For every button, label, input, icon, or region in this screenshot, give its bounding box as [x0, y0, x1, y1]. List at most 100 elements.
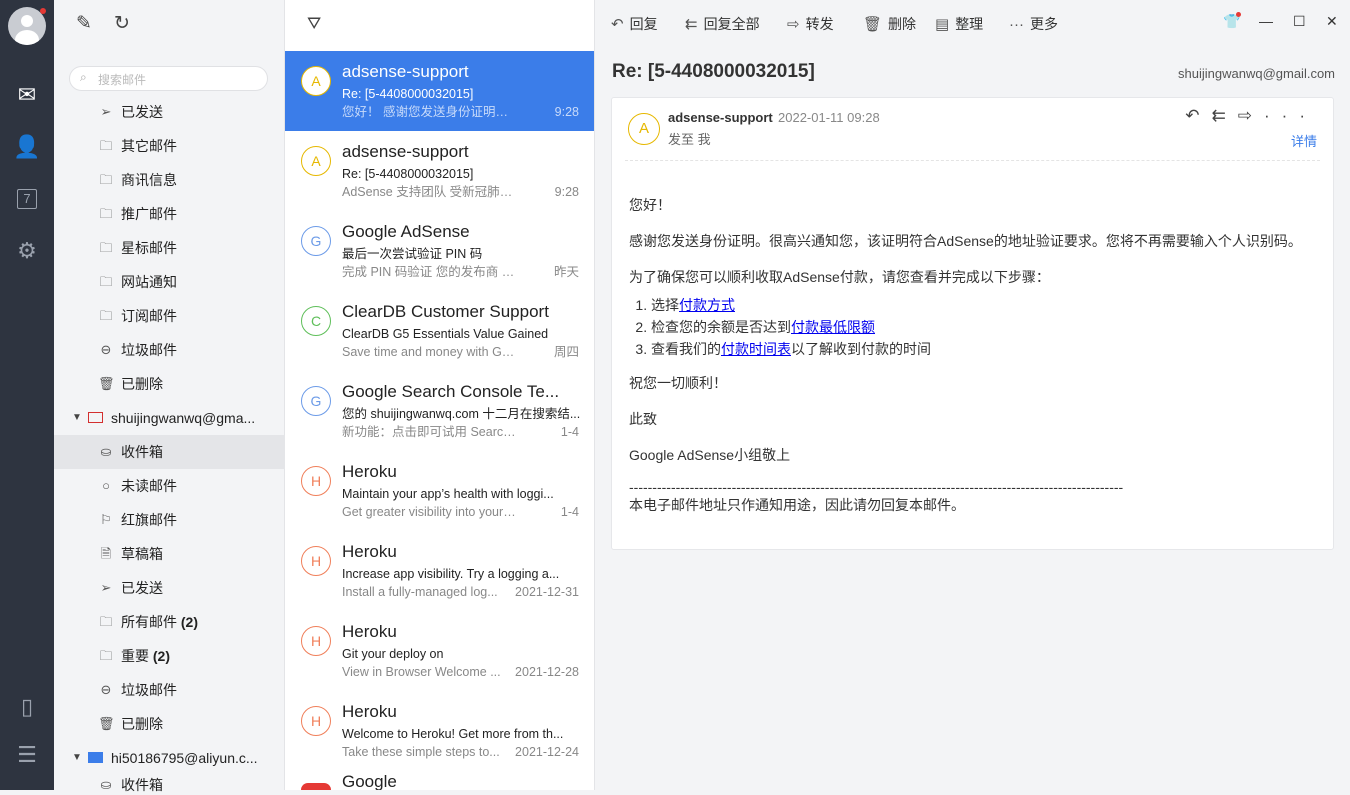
folder-icon: 🗀 — [99, 308, 113, 323]
message-item[interactable]: H Heroku Maintain your app’s health with l… — [285, 451, 594, 531]
folder-item[interactable]: ⊖ 垃圾邮件 — [54, 333, 285, 367]
message-from: adsense-support — [342, 62, 469, 81]
folder-item[interactable]: 🗀 网站通知 — [54, 265, 285, 299]
message-list: ⛛ Aadsense-support Re: [5-4408000032015] 您… — [285, 0, 595, 790]
more-icon[interactable]: ··· — [1264, 106, 1317, 125]
message-item[interactable]: H Heroku Welcome to Heroku! Get more from … — [285, 691, 594, 771]
greeting: 您好！ — [629, 197, 671, 213]
folder-icon: ⊖ — [100, 682, 112, 697]
message-date: 1-4 — [560, 425, 579, 439]
folder-item[interactable]: ⛀ 收件箱 — [54, 435, 285, 469]
folder-label: 重要 — [121, 648, 149, 664]
calendar-icon[interactable]: 7 — [0, 186, 54, 212]
organize-button[interactable]: ▤ 整理 — [935, 14, 983, 34]
message-date: 2022-01-11 09:28 — [778, 110, 880, 125]
message-card: A adsense-support 2022-01-11 09:28 发至 我 … — [611, 97, 1334, 550]
folder-item[interactable]: ➢ 已发送 — [54, 571, 285, 605]
message-subject: Maintain your app’s health with loggi... — [342, 487, 554, 501]
search-input[interactable]: ⌕ 搜索邮件 — [69, 66, 268, 91]
message-item[interactable]: G Google — [285, 771, 594, 790]
folder-item[interactable]: 🗀 推广邮件 — [54, 197, 285, 231]
folder-item[interactable]: ⚐ 红旗邮件 — [54, 503, 285, 537]
folder-icon: 🗀 — [99, 138, 113, 153]
settings-icon[interactable]: ⚙ — [0, 238, 54, 264]
folder-item[interactable]: 🗎 草稿箱 — [54, 537, 285, 571]
folder-icon: 🗀 — [99, 240, 113, 255]
folder-label: 已删除 — [121, 376, 163, 392]
refresh-icon[interactable]: ↻ — [114, 12, 130, 36]
message-subject: 您的 shuijingwanwq.com 十二月在搜索结... — [342, 407, 580, 421]
folder-item[interactable]: 🗀 重要 (2) — [54, 639, 285, 673]
message-actions: ↶⇇⇨··· — [1185, 106, 1317, 126]
message-date: 9:28 — [554, 185, 579, 199]
folder-item[interactable]: 🗀 商讯信息 — [54, 163, 285, 197]
folder-item[interactable]: 🗀 星标邮件 — [54, 231, 285, 265]
folder-label: 所有邮件 — [121, 614, 177, 630]
folder-icon: 🗑 — [98, 716, 115, 731]
message-item[interactable]: G Google AdSense 最后一次尝试验证 PIN 码完成 PIN 码验证 … — [285, 211, 594, 291]
message-from: Google — [342, 772, 397, 790]
folder-item[interactable]: ⊖ 垃圾邮件 — [54, 673, 285, 707]
folder-item[interactable]: 🗀 所有邮件 (2) — [54, 605, 285, 639]
message-item[interactable]: Aadsense-support Re: [5-4408000032015] AdS… — [285, 131, 594, 211]
menu-icon[interactable]: ☰ — [0, 742, 54, 768]
message-date: 2021-12-28 — [515, 665, 579, 679]
mail-icon[interactable]: ✉ — [0, 82, 54, 108]
message-item[interactable]: C ClearDB Customer Support ClearDB G5 Esse… — [285, 291, 594, 371]
forward-button[interactable]: ⇨ 转发 — [787, 14, 834, 34]
account-shuijingwanwq[interactable]: ▼ shuijingwanwq@gma... — [54, 401, 285, 435]
sender-avatar: H — [301, 466, 331, 496]
folder-label: 垃圾邮件 — [121, 342, 177, 358]
reply-all-button[interactable]: ⇇ 回复全部 — [685, 14, 760, 34]
delete-button[interactable]: 🗑 删除 — [863, 14, 916, 34]
sender-avatar: C — [301, 306, 331, 336]
maximize-button[interactable]: ☐ — [1293, 13, 1306, 30]
folder-item[interactable]: ⛀ 收件箱 — [54, 775, 285, 793]
step-link[interactable]: 付款时间表 — [721, 341, 791, 357]
minimize-button[interactable]: — — [1259, 13, 1273, 29]
reply-button[interactable]: ↶ 回复 — [611, 14, 658, 34]
folder-item[interactable]: 🗀 订阅邮件 — [54, 299, 285, 333]
account-hi50186795[interactable]: ▼ hi50186795@aliyun.c... — [54, 741, 285, 775]
details-link[interactable]: 详情 — [1291, 131, 1317, 150]
folder-item[interactable]: 🗑 已删除 — [54, 707, 285, 741]
reply-all-icon: ⇇ — [685, 16, 698, 33]
more-icon: ··· — [1009, 16, 1024, 33]
message-from: adsense-support — [342, 142, 469, 161]
step-link[interactable]: 付款方式 — [679, 297, 735, 313]
sender-avatar: A — [301, 146, 331, 176]
notification-dot — [40, 8, 46, 14]
skin-dot — [1236, 12, 1241, 17]
phone-icon[interactable]: ▯ — [0, 694, 54, 720]
folder-item[interactable]: ○ 未读邮件 — [54, 469, 285, 503]
step-item: 检查您的余额是否达到付款最低限额 — [651, 316, 1302, 338]
message-item[interactable]: H Heroku Increase app visibility. Try a lo… — [285, 531, 594, 611]
reply-icon[interactable]: ↶ — [1185, 106, 1211, 125]
message-preview: 完成 PIN 码验证 您的发布商 ID: pu... — [342, 265, 517, 279]
folder-icon: 🗎 — [100, 546, 112, 561]
message-item[interactable]: G Google Search Console Te... 您的 shuijingw… — [285, 371, 594, 451]
folder-item[interactable]: ➢ 已发送 — [54, 95, 285, 129]
folder-label: 草稿箱 — [121, 546, 163, 562]
message-item[interactable]: H Heroku Git your deploy on View in Browser… — [285, 611, 594, 691]
message-item[interactable]: Aadsense-support Re: [5-4408000032015] 您好！… — [285, 51, 594, 131]
message-preview: AdSense 支持团队 受新冠肺炎 (CO... — [342, 185, 517, 199]
close-button[interactable]: ✕ — [1326, 13, 1338, 30]
forward-icon[interactable]: ⇨ — [1238, 106, 1264, 125]
message-preview: View in Browser Welcome ... — [342, 665, 501, 679]
folder-icon: 🗀 — [99, 206, 113, 221]
folder-item[interactable]: 🗀 其它邮件 — [54, 129, 285, 163]
message-date: 昨天 — [553, 265, 579, 279]
reply-all-icon[interactable]: ⇇ — [1212, 106, 1238, 125]
step-link[interactable]: 付款最低限额 — [791, 319, 875, 335]
message-body: 您好！ 感谢您发送身份证明。很高兴通知您，该证明符合AdSense的地址验证要求… — [629, 194, 1302, 516]
message-subject: ClearDB G5 Essentials Value Gained — [342, 327, 549, 341]
contacts-icon[interactable]: 👤 — [0, 134, 54, 160]
folder-icon: 🗀 — [99, 274, 113, 289]
compose-icon[interactable]: ✎ — [76, 12, 92, 36]
step-text: 以了解收到付款的时间 — [791, 341, 931, 357]
sender-name[interactable]: adsense-support — [668, 110, 773, 125]
more-button[interactable]: ··· 更多 — [1009, 14, 1058, 34]
folder-item[interactable]: 🗑 已删除 — [54, 367, 285, 401]
filter-icon[interactable]: ⛛ — [307, 13, 321, 35]
